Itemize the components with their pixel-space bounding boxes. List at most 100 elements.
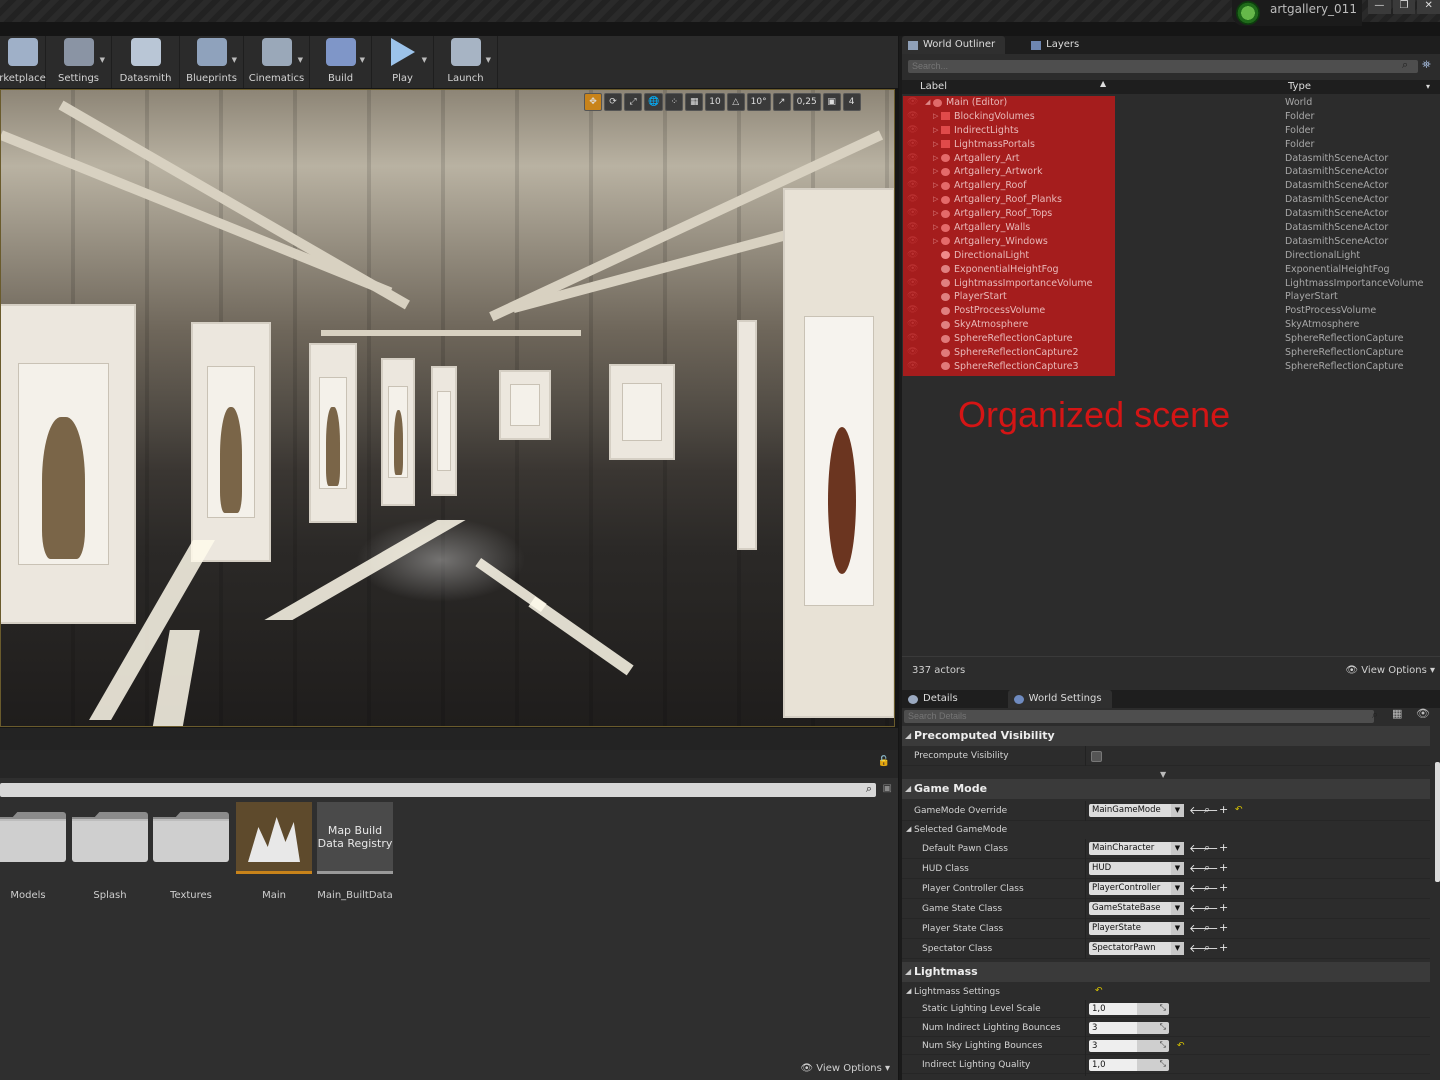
outliner-row[interactable]: 👁 SphereReflectionCapture SphereReflection… (905, 332, 1435, 346)
outliner-row[interactable]: 👁 ▷ Artgallery_Roof_Tops DatasmithSceneActo… (905, 207, 1435, 221)
outliner-row[interactable]: 👁 SphereReflectionCapture3 SphereReflectio… (905, 360, 1435, 374)
viewport-control[interactable]: ▦ (685, 93, 704, 111)
browse-icon[interactable]: ⌕ (1204, 941, 1210, 955)
numeric-input[interactable]: 1,0 ⤡ (1089, 1058, 1169, 1071)
visibility-eye-icon[interactable]: 👁 (907, 179, 918, 193)
section-lightmass[interactable]: ◢ Lightmass (902, 962, 1430, 982)
viewport-control[interactable]: 10 (705, 93, 725, 111)
viewport-control[interactable]: 0,25 (792, 93, 821, 111)
expand-arrow-icon[interactable]: ▷ (933, 235, 938, 249)
chevron-down-icon[interactable]: ▼ (232, 56, 237, 64)
visibility-eye-icon[interactable]: 👁 (907, 304, 918, 318)
save-icon[interactable]: ▣ (883, 783, 892, 794)
class-combo[interactable]: PlayerController ▼ (1089, 882, 1184, 895)
class-combo[interactable]: GameStateBase ▼ (1089, 902, 1184, 915)
visibility-eye-icon[interactable]: 👁 (907, 290, 918, 304)
viewport-control[interactable]: ↗ (772, 93, 791, 111)
visibility-eye-icon[interactable]: 👁 (907, 346, 918, 360)
visibility-eye-icon[interactable]: 👁 (907, 193, 918, 207)
outliner-row[interactable]: 👁 ▷ Artgallery_Art DatasmithSceneActor (905, 152, 1435, 166)
outliner-row[interactable]: 👁 ◢ Main (Editor) World (905, 96, 1435, 110)
property-group[interactable]: ◢ Lightmass Settings ↶ (902, 982, 1430, 1002)
numeric-input[interactable]: 1,0 ⤡ (1089, 1003, 1169, 1015)
add-icon[interactable]: + (1219, 861, 1228, 874)
visibility-eye-icon[interactable]: 👁 (907, 138, 918, 152)
expand-arrow-icon[interactable]: ▷ (933, 193, 938, 207)
reset-to-default-icon[interactable]: ↶ (1095, 986, 1103, 996)
class-combo[interactable]: SpectatorPawn ▼ (1089, 942, 1184, 955)
viewport-control[interactable]: ✥ (584, 93, 602, 111)
browse-icon[interactable]: ⌕ (1204, 921, 1210, 935)
precompute-visibility-checkbox[interactable] (1091, 751, 1102, 762)
toolbar-button-settings[interactable]: Settings ▼ (46, 36, 112, 88)
asset-tile[interactable]: Splash (72, 802, 148, 901)
viewport-control[interactable]: 10° (746, 93, 771, 111)
asset-tile[interactable]: Main (236, 802, 312, 901)
outliner-row[interactable]: 👁 PostProcessVolume PostProcessVolume (905, 304, 1435, 318)
browse-icon[interactable]: ⌕ (1204, 861, 1210, 875)
expand-arrow-icon[interactable]: ▷ (933, 207, 938, 221)
chevron-down-icon[interactable]: ▼ (486, 56, 491, 64)
asset-tile[interactable]: Map Build Data Registry Main_BuiltData (317, 802, 393, 901)
section-precomputed-visibility[interactable]: ◢ Precomputed Visibility (902, 726, 1430, 746)
expand-arrow-icon[interactable]: ▷ (933, 110, 938, 124)
lock-icon[interactable]: 🔓 (878, 756, 890, 767)
expand-arrow-icon[interactable]: ▷ (933, 124, 938, 138)
outliner-row[interactable]: 👁 SkyAtmosphere SkyAtmosphere (905, 318, 1435, 332)
minimize-button[interactable]: — (1368, 0, 1391, 14)
details-scrollbar[interactable] (1435, 762, 1440, 882)
browse-icon[interactable]: ⌕ (1204, 803, 1210, 817)
viewport-control[interactable]: ▣ (822, 93, 841, 111)
details-search-input[interactable] (904, 710, 1374, 723)
advanced-expand-icon[interactable]: ▼ (1160, 770, 1166, 779)
outliner-view-options[interactable]: 👁 View Options ▾ (1345, 665, 1435, 676)
browse-icon[interactable]: ⌕ (1204, 881, 1210, 895)
outliner-search-input[interactable] (908, 60, 1418, 73)
toolbar-button-build[interactable]: Build ▼ (310, 36, 372, 88)
add-icon[interactable]: + (1219, 941, 1228, 954)
tab-world-outliner[interactable]: World Outliner (902, 36, 1006, 54)
visibility-eye-icon[interactable]: 👁 (907, 96, 918, 110)
close-button[interactable]: ✕ (1417, 0, 1440, 14)
outliner-row[interactable]: 👁 SphereReflectionCapture2 SphereReflectio… (905, 346, 1435, 360)
toolbar-button-rketplace[interactable]: rketplace (0, 36, 46, 88)
visibility-eye-icon[interactable]: 👁 (907, 277, 918, 291)
add-icon[interactable]: + (1219, 881, 1228, 894)
add-icon[interactable]: + (1219, 921, 1228, 934)
viewport-control[interactable]: ⟳ (604, 93, 622, 111)
visibility-eye-icon[interactable]: 👁 (907, 263, 918, 277)
outliner-row[interactable]: 👁 LightmassImportanceVolume LightmassImpor… (905, 277, 1435, 291)
view-options-button[interactable]: 👁 View Options ▾ (800, 1063, 890, 1074)
viewport-control[interactable]: 🌐 (644, 93, 664, 111)
chevron-down-icon[interactable]: ▼ (422, 56, 427, 64)
outliner-row[interactable]: 👁 ▷ Artgallery_Windows DatasmithSceneActor (905, 235, 1435, 249)
browse-icon[interactable]: ⌕ (1204, 841, 1210, 855)
tab-world-settings[interactable]: World Settings (1007, 690, 1112, 708)
reset-to-default-icon[interactable]: ↶ (1177, 1041, 1185, 1051)
class-combo[interactable]: HUD ▼ (1089, 862, 1184, 875)
add-filter-icon[interactable]: ⛯ (1422, 58, 1431, 72)
viewport-control[interactable]: ⤢ (624, 93, 642, 111)
search-icon[interactable]: ⌕ (1402, 58, 1408, 72)
outliner-row[interactable]: 👁 ExponentialHeightFog ExponentialHeightFo… (905, 263, 1435, 277)
tab-details[interactable]: Details (902, 690, 968, 708)
expand-arrow-icon[interactable]: ▷ (933, 152, 938, 166)
visibility-eye-icon[interactable]: 👁 (907, 124, 918, 138)
outliner-row[interactable]: 👁 ▷ Artgallery_Roof DatasmithSceneActor (905, 179, 1435, 193)
visibility-eye-icon[interactable]: 👁 (907, 110, 918, 124)
section-game-mode[interactable]: ◢ Game Mode (902, 779, 1430, 799)
expand-arrow-icon[interactable]: ▷ (933, 138, 938, 152)
visibility-eye-icon[interactable]: 👁 (907, 207, 918, 221)
visibility-eye-icon[interactable]: 👁 (907, 332, 918, 346)
viewport-control[interactable]: 4 (842, 93, 861, 111)
outliner-row[interactable]: 👁 PlayerStart PlayerStart (905, 290, 1435, 304)
add-icon[interactable]: + (1219, 841, 1228, 854)
visibility-eye-icon[interactable]: 👁 (907, 318, 918, 332)
viewport-control[interactable]: △ (726, 93, 745, 111)
collapse-arrow-icon[interactable]: ◢ (925, 96, 930, 110)
chevron-down-icon[interactable]: ▼ (100, 56, 105, 64)
reset-to-default-icon[interactable]: ↶ (1235, 805, 1243, 815)
property-matrix-icon[interactable]: ▦ (1392, 707, 1402, 720)
chevron-down-icon[interactable]: ▼ (298, 56, 303, 64)
outliner-row[interactable]: 👁 ▷ Artgallery_Artwork DatasmithSceneActor (905, 165, 1435, 179)
